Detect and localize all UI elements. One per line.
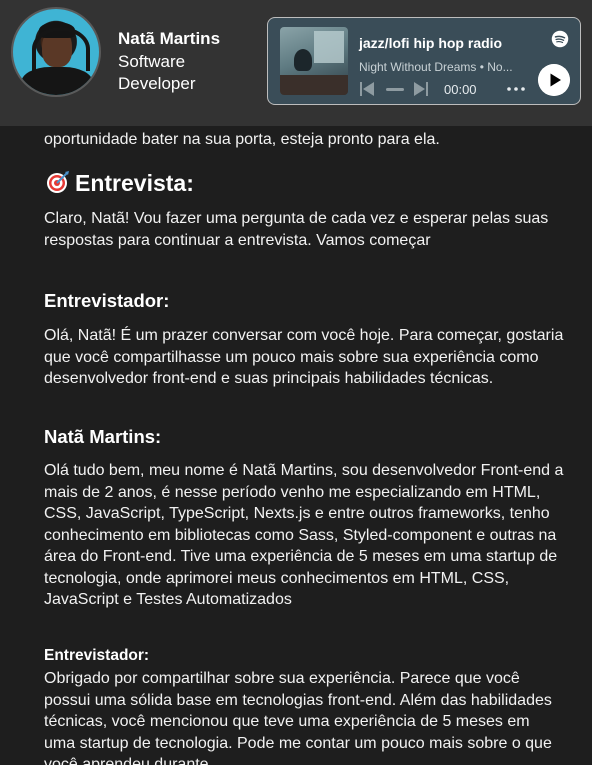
time-label: 00:00	[444, 82, 477, 97]
skip-next-icon[interactable]	[413, 81, 429, 97]
more-dots-icon[interactable]	[505, 81, 527, 97]
section-title: Entrevista:	[75, 170, 194, 196]
avatar	[11, 7, 101, 97]
answer-paragraph: Olá, Natã! É um prazer conversar com voc…	[44, 327, 564, 387]
dart-target-icon	[47, 171, 69, 193]
spotify-player[interactable]: jazz/lofi hip hop radio Night Without Dr…	[267, 17, 581, 105]
answer-paragraph: Obrigado por compartilhar sobre sua expe…	[44, 670, 552, 765]
prompt-paragraph: Claro, Natã! Vou fazer uma pergunta de c…	[44, 210, 549, 249]
profile-role: Software Developer	[118, 52, 196, 93]
skip-previous-icon[interactable]	[359, 81, 375, 97]
intro-tail: oportunidade bater na sua porta, esteja …	[44, 130, 440, 148]
answer-paragraph: Olá tudo bem, meu nome é Natã Martins, s…	[44, 462, 564, 608]
track-title[interactable]: jazz/lofi hip hop radio	[359, 35, 502, 51]
track-subtitle[interactable]: Night Without Dreams • No...	[359, 60, 529, 74]
player-controls: 00:00	[359, 81, 529, 97]
spotify-icon[interactable]	[551, 30, 569, 48]
speaker-heading: Entrevistador:	[44, 290, 170, 311]
page: oportunidade bater na sua porta, esteja …	[0, 0, 592, 765]
speaker-heading: Entrevistador:	[44, 647, 150, 664]
profile-header: Natã Martins Software Developer jazz/lof…	[0, 0, 592, 126]
speaker-heading: Natã Martins:	[44, 426, 162, 447]
play-button[interactable]	[538, 64, 570, 96]
profile-name: Natã Martins	[118, 29, 221, 48]
section-heading: Entrevista:	[46, 170, 194, 197]
progress-bar[interactable]	[386, 88, 404, 91]
album-cover[interactable]	[280, 27, 348, 95]
